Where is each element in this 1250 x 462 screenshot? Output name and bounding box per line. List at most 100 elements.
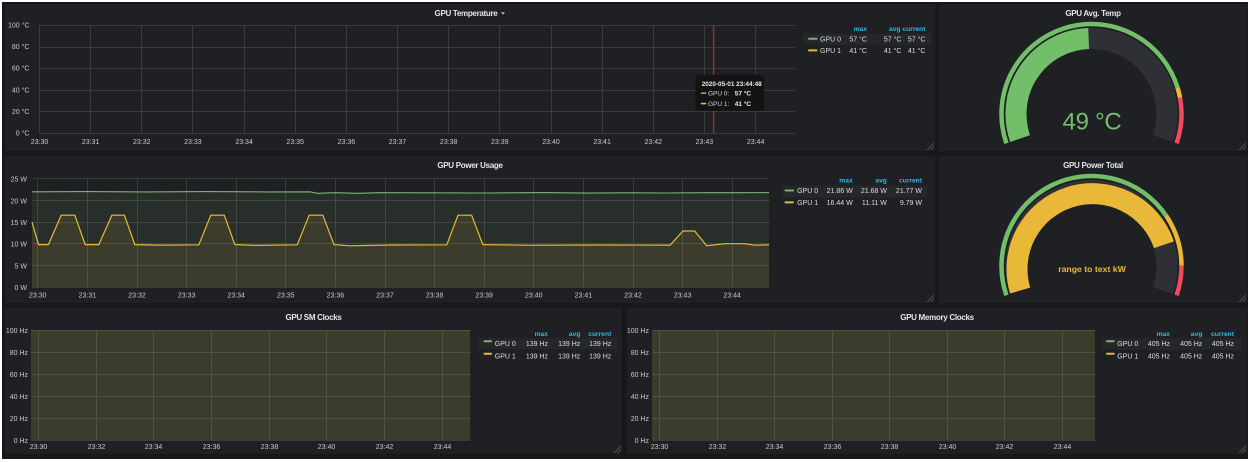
svg-text:23:40: 23:40: [542, 139, 560, 146]
svg-text:23:30: 23:30: [651, 444, 669, 451]
svg-text:0 Hz: 0 Hz: [635, 438, 650, 445]
svg-text:21.86 W: 21.86 W: [827, 188, 853, 195]
svg-text:100 Hz: 100 Hz: [6, 328, 29, 335]
svg-text:23:34: 23:34: [766, 444, 784, 451]
svg-text:57 °C: 57 °C: [735, 90, 752, 98]
svg-text:10 W: 10 W: [11, 242, 28, 249]
svg-text:60 Hz: 60 Hz: [10, 372, 29, 379]
svg-text:139 Hz: 139 Hz: [558, 354, 581, 361]
svg-text:23:42: 23:42: [376, 444, 394, 451]
svg-text:40 °C: 40 °C: [12, 86, 30, 94]
svg-text:23:38: 23:38: [440, 139, 458, 146]
svg-text:GPU 1: GPU 1: [1117, 354, 1138, 361]
svg-text:current: current: [588, 331, 612, 338]
svg-text:GPU 1: GPU 1: [495, 354, 516, 361]
svg-text:100 Hz: 100 Hz: [627, 328, 650, 335]
svg-text:avg: avg: [569, 331, 581, 338]
svg-text:23:30: 23:30: [29, 293, 47, 300]
svg-text:11.11 W: 11.11 W: [862, 200, 887, 207]
svg-text:max: max: [839, 178, 853, 185]
svg-text:23:44: 23:44: [747, 139, 765, 146]
svg-text:23:40: 23:40: [318, 444, 336, 451]
svg-text:405 Hz: 405 Hz: [1180, 354, 1203, 361]
svg-text:current: current: [899, 178, 923, 185]
svg-text:405 Hz: 405 Hz: [1212, 341, 1235, 348]
svg-text:23:31: 23:31: [79, 293, 97, 300]
svg-text:21.68 W: 21.68 W: [861, 188, 887, 195]
svg-text:40 Hz: 40 Hz: [631, 394, 650, 401]
svg-text:100 °C: 100 °C: [8, 22, 29, 30]
svg-text:23:32: 23:32: [709, 444, 727, 451]
svg-text:15 W: 15 W: [11, 220, 28, 227]
svg-text:23:41: 23:41: [593, 139, 611, 146]
svg-text:21.77 W: 21.77 W: [896, 188, 922, 195]
svg-text:139 Hz: 139 Hz: [526, 354, 549, 361]
svg-text:max: max: [1157, 331, 1171, 338]
svg-text:57 °C: 57 °C: [884, 36, 902, 44]
svg-text:23:36: 23:36: [824, 444, 842, 451]
svg-text:139 Hz: 139 Hz: [589, 354, 612, 361]
svg-text:40 Hz: 40 Hz: [10, 394, 29, 401]
svg-text:23:38: 23:38: [881, 444, 899, 451]
svg-text:80 Hz: 80 Hz: [10, 350, 29, 357]
svg-text:23:37: 23:37: [389, 139, 407, 146]
svg-text:405 Hz: 405 Hz: [1148, 341, 1171, 348]
svg-text:41 °C: 41 °C: [849, 47, 867, 55]
svg-text:20 °C: 20 °C: [12, 108, 30, 116]
svg-text:41 °C: 41 °C: [884, 47, 902, 55]
svg-text:GPU 0: GPU 0: [820, 37, 841, 44]
svg-text:avg: avg: [1191, 331, 1203, 338]
svg-text:405 Hz: 405 Hz: [1148, 354, 1171, 361]
svg-text:139 Hz: 139 Hz: [589, 341, 612, 348]
svg-text:139 Hz: 139 Hz: [526, 341, 549, 348]
svg-text:80 Hz: 80 Hz: [631, 350, 650, 357]
svg-text:139 Hz: 139 Hz: [558, 341, 581, 348]
svg-text:avg: avg: [875, 178, 887, 185]
svg-text:20 Hz: 20 Hz: [631, 416, 650, 423]
svg-text:23:39: 23:39: [491, 139, 509, 146]
svg-text:23:32: 23:32: [128, 293, 146, 300]
svg-text:max: max: [535, 331, 549, 338]
svg-text:23:36: 23:36: [338, 139, 356, 146]
svg-text:0 °C: 0 °C: [16, 130, 30, 138]
svg-text:23:36: 23:36: [327, 293, 345, 300]
svg-text:0 W: 0 W: [15, 285, 28, 292]
svg-text:23:31: 23:31: [82, 139, 100, 146]
svg-text:20 W: 20 W: [11, 198, 28, 205]
svg-text:23:30: 23:30: [31, 139, 49, 146]
svg-text:405 Hz: 405 Hz: [1212, 354, 1235, 361]
svg-text:23:38: 23:38: [426, 293, 444, 300]
svg-text:23:43: 23:43: [696, 139, 714, 146]
svg-text:0 Hz: 0 Hz: [14, 438, 29, 445]
svg-text:GPU 1:: GPU 1:: [708, 101, 730, 108]
svg-text:23:40: 23:40: [939, 444, 957, 451]
svg-text:9.79 W: 9.79 W: [900, 200, 923, 207]
svg-text:23:44: 23:44: [723, 293, 741, 300]
svg-text:23:34: 23:34: [235, 139, 253, 146]
svg-text:GPU 0: GPU 0: [1117, 341, 1138, 348]
svg-text:avg: avg: [889, 26, 901, 33]
svg-text:23:35: 23:35: [277, 293, 295, 300]
svg-text:23:42: 23:42: [645, 139, 663, 146]
svg-text:GPU 1: GPU 1: [820, 48, 841, 55]
svg-text:23:40: 23:40: [525, 293, 543, 300]
svg-text:49 °C: 49 °C: [1062, 109, 1121, 136]
svg-text:60 Hz: 60 Hz: [631, 372, 650, 379]
svg-text:23:34: 23:34: [227, 293, 245, 300]
svg-text:23:35: 23:35: [286, 139, 304, 146]
svg-text:23:44: 23:44: [1054, 444, 1072, 451]
svg-text:23:41: 23:41: [575, 293, 593, 300]
svg-text:57 °C: 57 °C: [908, 36, 926, 44]
svg-text:23:38: 23:38: [261, 444, 279, 451]
svg-text:23:34: 23:34: [145, 444, 163, 451]
svg-text:41 °C: 41 °C: [735, 100, 752, 108]
svg-text:current: current: [1211, 331, 1235, 338]
svg-text:GPU 1: GPU 1: [797, 200, 818, 207]
svg-text:23:37: 23:37: [376, 293, 394, 300]
svg-text:23:44: 23:44: [434, 444, 452, 451]
svg-text:5 W: 5 W: [15, 263, 28, 270]
svg-text:GPU 0: GPU 0: [495, 341, 516, 348]
svg-text:60 °C: 60 °C: [12, 65, 30, 73]
svg-text:23:43: 23:43: [674, 293, 692, 300]
svg-text:405 Hz: 405 Hz: [1180, 341, 1203, 348]
